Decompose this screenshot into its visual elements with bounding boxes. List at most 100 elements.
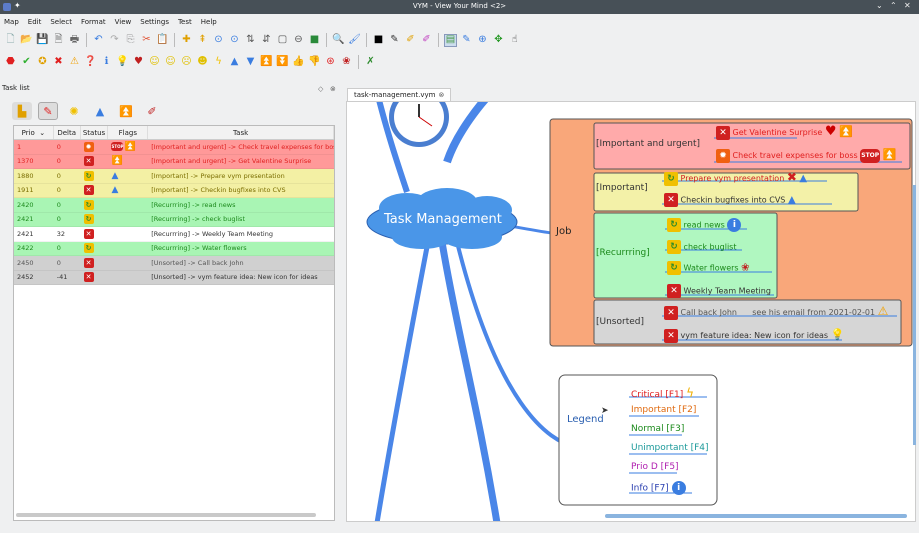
tasklist-scrollbar[interactable]: [16, 513, 316, 517]
menu-view[interactable]: View: [115, 18, 132, 26]
undo-icon[interactable]: ↶: [92, 34, 105, 47]
legend-critical[interactable]: Critical [F1] ϟ: [631, 386, 694, 400]
branch-urgent[interactable]: [Important and urgent]: [596, 139, 700, 149]
float-panel-icon[interactable]: ◇: [318, 85, 323, 93]
task-travel-expenses[interactable]: ✹ Check travel expenses for boss STOP ⏫: [716, 148, 896, 163]
thumb-down-icon[interactable]: 👎: [308, 56, 321, 69]
branch-recurring[interactable]: [Recurrring]: [596, 248, 650, 258]
minimize-icon[interactable]: ⌄: [876, 1, 883, 10]
menu-select[interactable]: Select: [50, 18, 72, 26]
move-down-icon[interactable]: ⊙: [228, 34, 241, 47]
pan-icon[interactable]: ☝: [508, 34, 521, 47]
print-icon[interactable]: 🖶: [68, 34, 81, 47]
double-down-icon[interactable]: ⏬: [276, 56, 289, 69]
task-call-john[interactable]: ✕ Call back John see his email from 2021…: [664, 304, 888, 320]
save-as-icon[interactable]: 🗎: [52, 34, 65, 47]
task-check-buglist[interactable]: ↻ check buglist: [667, 240, 737, 254]
question-icon[interactable]: ❓: [84, 56, 97, 69]
pen-icon[interactable]: ✎: [388, 34, 401, 47]
thumb-up-icon[interactable]: 👍: [292, 56, 305, 69]
cross-icon[interactable]: ✖: [52, 56, 65, 69]
close-panel-icon[interactable]: ⊗: [330, 85, 336, 93]
close-window-icon[interactable]: ✕: [904, 1, 911, 10]
black-square-icon[interactable]: ■: [372, 34, 385, 47]
col-delta[interactable]: Delta: [54, 126, 81, 139]
task-checkin-bugfixes[interactable]: ✕ Checkin bugfixes into CVS ▲: [664, 193, 796, 207]
menu-map[interactable]: Map: [4, 18, 19, 26]
legend-prio-d[interactable]: Prio D [F5]: [631, 462, 679, 472]
menu-format[interactable]: Format: [81, 18, 106, 26]
table-row[interactable]: 1911 0 ✕ ▲ [Important] -> Checkin bugfixes i…: [14, 183, 334, 198]
arrow-up-icon[interactable]: ▲: [228, 56, 241, 69]
menu-test[interactable]: Test: [178, 18, 192, 26]
move-icon[interactable]: ✥: [492, 34, 505, 47]
table-row[interactable]: 1880 0 ↻ ▲ [Important] -> Prepare vym presen…: [14, 169, 334, 184]
close-tab-icon[interactable]: ⊗: [438, 91, 444, 99]
task-weekly-meeting[interactable]: ✕ Weekly Team Meeting: [667, 284, 771, 298]
table-row[interactable]: 2452 -41 ✕ [Unsorted] -> vym feature idea: …: [14, 270, 334, 285]
frame-icon[interactable]: ▢: [276, 34, 289, 47]
legend-normal[interactable]: Normal [F3]: [631, 424, 684, 434]
copy-icon[interactable]: ⎘: [124, 34, 137, 47]
toggle-mode-icon[interactable]: ▤: [444, 33, 457, 47]
heart-icon[interactable]: ♥: [132, 56, 145, 69]
table-row[interactable]: 1 0 ✹ STOP ⏫ [Important and urgent] -> Check …: [14, 140, 334, 155]
filter-sun-icon[interactable]: ✺: [64, 102, 84, 120]
table-row[interactable]: 2422 0 ↻ [Recurrring] -> Water flowers: [14, 241, 334, 256]
task-water-flowers[interactable]: ↻ Water flowers ❀: [667, 261, 750, 275]
find-icon[interactable]: 🔍: [332, 34, 345, 47]
table-row[interactable]: 2421 32 ✕ [Recurrring] -> Weekly Team Meeti…: [14, 227, 334, 242]
info-icon[interactable]: ℹ: [100, 56, 113, 69]
map-canvas[interactable]: Task Management Job [Important and urgen…: [346, 101, 916, 522]
col-status[interactable]: Status: [81, 126, 109, 139]
check-icon[interactable]: ✔: [20, 56, 33, 69]
face-happy-icon[interactable]: ☺: [148, 56, 161, 69]
save-icon[interactable]: 💾: [36, 34, 49, 47]
zoom-icon[interactable]: ⊕: [476, 34, 489, 47]
menu-settings[interactable]: Settings: [140, 18, 169, 26]
sort-back-icon[interactable]: ⇵: [260, 34, 273, 47]
arrow-down-icon[interactable]: ▼: [244, 56, 257, 69]
job-node[interactable]: Job: [556, 226, 571, 237]
col-task[interactable]: Task: [148, 126, 334, 139]
edit-icon[interactable]: ✎: [460, 34, 473, 47]
task-read-news[interactable]: ↻ read news i: [667, 218, 742, 232]
col-prio[interactable]: Prio ⌄: [14, 126, 54, 139]
color-icon[interactable]: ■: [308, 34, 321, 47]
relink-icon[interactable]: ✐: [420, 34, 433, 47]
clear-flag-icon[interactable]: ✗: [364, 56, 377, 69]
face-neutral-icon[interactable]: ☺: [164, 56, 177, 69]
filter-arrow-up-icon[interactable]: ▲: [90, 102, 110, 120]
face-cool-icon[interactable]: ☻: [196, 56, 209, 69]
hide-icon[interactable]: ⊖: [292, 34, 305, 47]
smiley-icon[interactable]: ✪: [36, 56, 49, 69]
table-row[interactable]: 2450 0 ✕ [Unsorted] -> Call back John: [14, 256, 334, 271]
filter-pen-icon[interactable]: ✐: [142, 102, 162, 120]
map-horizontal-scrollbar[interactable]: [605, 514, 907, 518]
open-icon[interactable]: 📂: [20, 34, 33, 47]
task-valentine[interactable]: ✕ Get Valentine Surprise ♥ ⏫: [716, 124, 853, 140]
lightbulb-icon[interactable]: 💡: [116, 56, 129, 69]
rose-icon[interactable]: ❀: [340, 56, 353, 69]
legend-info[interactable]: Info [F7] i: [631, 481, 686, 495]
sort-icon[interactable]: ⇅: [244, 34, 257, 47]
table-row[interactable]: 2421 0 ↻ [Recurrring] -> check buglist: [14, 212, 334, 227]
filter-new-icon[interactable]: ✎: [38, 102, 58, 120]
format-brush-icon[interactable]: 🖌: [348, 34, 361, 47]
task-vym-feature[interactable]: ✕ vym feature idea: New icon for ideas 💡: [664, 328, 844, 343]
menu-help[interactable]: Help: [201, 18, 217, 26]
xlink-icon[interactable]: ✐: [404, 34, 417, 47]
legend-important[interactable]: Important [F2]: [631, 405, 696, 415]
warning-icon[interactable]: ⚠: [68, 56, 81, 69]
filter-active-icon[interactable]: ▙: [12, 102, 32, 120]
table-row[interactable]: 2420 0 ↻ [Recurrring] -> read news: [14, 198, 334, 213]
new-map-icon[interactable]: 🗋: [4, 34, 17, 47]
tab-task-management[interactable]: task-management.vym ⊗: [347, 88, 452, 101]
paste-icon[interactable]: 📋: [156, 34, 169, 47]
menu-edit[interactable]: Edit: [28, 18, 42, 26]
move-up-icon[interactable]: ⊙: [212, 34, 225, 47]
col-flags[interactable]: Flags: [108, 126, 149, 139]
lifebuoy-icon[interactable]: ⊛: [324, 56, 337, 69]
add-branch-above-icon[interactable]: ⇞: [196, 34, 209, 47]
legend-node[interactable]: Legend: [567, 414, 604, 425]
